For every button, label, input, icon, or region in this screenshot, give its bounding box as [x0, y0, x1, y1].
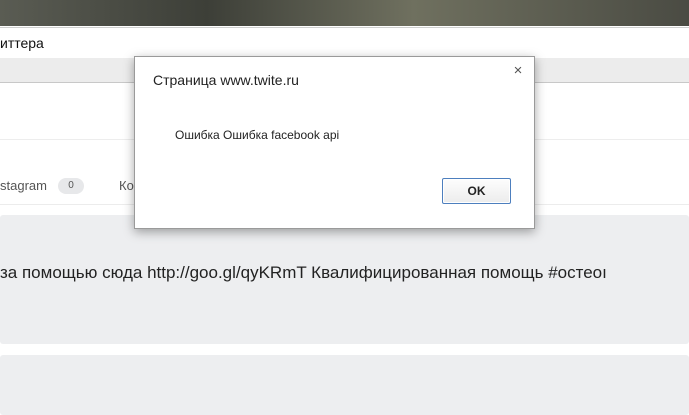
browser-background-strip [0, 0, 689, 26]
post-card [0, 355, 689, 415]
tab-other[interactable]: Ко [119, 178, 134, 193]
alert-dialog: Страница www.twite.ru × Ошибка Ошибка fa… [134, 56, 535, 229]
tab-instagram[interactable]: stagram [0, 178, 47, 193]
close-icon[interactable]: × [511, 63, 525, 78]
dialog-message: Ошибка Ошибка facebook api [175, 128, 340, 142]
post-text: за помощью сюда http://goo.gl/qyKRmT Ква… [0, 263, 607, 282]
tab-instagram-count-badge: 0 [58, 178, 84, 194]
page-title: иттера [0, 35, 44, 51]
page-title-row: иттера [0, 27, 689, 59]
post-card: за помощью сюда http://goo.gl/qyKRmT Ква… [0, 215, 689, 344]
dialog-title: Страница www.twite.ru [153, 72, 299, 88]
ok-button[interactable]: OK [442, 178, 511, 204]
